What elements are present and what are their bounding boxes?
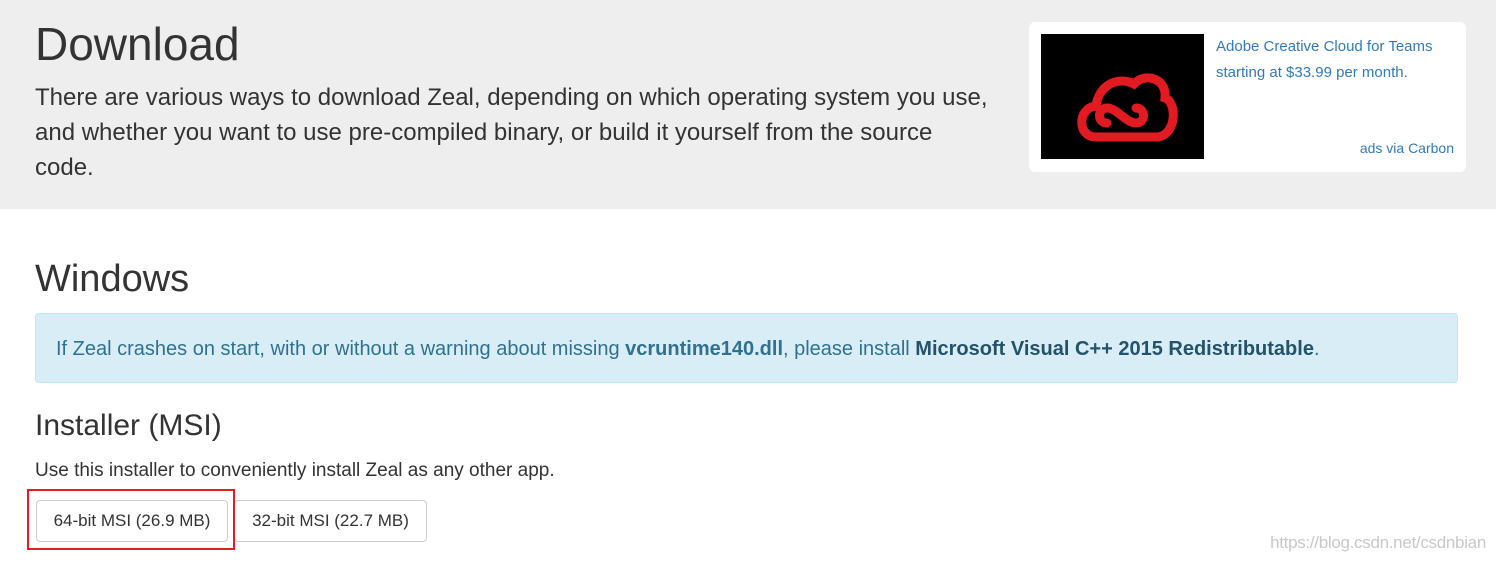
ad-text-link[interactable]: Adobe Creative Cloud for Teams starting … <box>1216 34 1461 86</box>
alert-middle: , please install <box>783 338 916 360</box>
download-32bit-msi-button[interactable]: 32-bit MSI (22.7 MB) <box>234 500 427 542</box>
windows-section-title: Windows <box>35 258 190 300</box>
download-64bit-msi-button[interactable]: 64-bit MSI (26.9 MB) <box>36 500 228 542</box>
adobe-creative-cloud-icon <box>1041 34 1204 159</box>
alert-dll-name: vcruntime140.dll <box>625 338 783 360</box>
info-alert: If Zeal crashes on start, with or withou… <box>35 313 1458 383</box>
page-lead: There are various ways to download Zeal,… <box>35 84 988 181</box>
installer-title: Installer (MSI) <box>35 409 222 442</box>
alert-suffix: . <box>1313 338 1320 360</box>
ads-via-carbon-link[interactable]: ads via Carbon <box>1360 140 1454 156</box>
vc-redist-link[interactable]: Microsoft Visual C++ 2015 Redistributabl… <box>915 338 1314 360</box>
ad-image-link[interactable] <box>1041 34 1204 159</box>
carbon-ad: Adobe Creative Cloud for Teams starting … <box>1029 22 1466 172</box>
page-title: Download <box>35 18 240 70</box>
alert-prefix: If Zeal crashes on start, with or withou… <box>56 338 626 360</box>
installer-description: Use this installer to conveniently insta… <box>35 460 555 481</box>
watermark-text: https://blog.csdn.net/csdnbian <box>1270 533 1486 552</box>
page-header: Download There are various ways to downl… <box>0 0 1496 209</box>
